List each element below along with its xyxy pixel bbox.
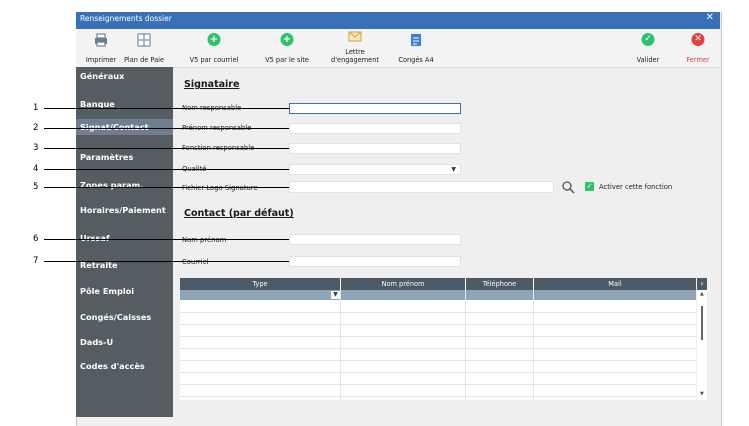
activate-checkbox[interactable]: ✓ xyxy=(585,182,594,191)
v5-mail-label: V5 par courriel xyxy=(189,55,239,64)
print-label: Imprimer xyxy=(85,55,117,64)
sidebar-item-horaires[interactable]: Horaires/Paiement xyxy=(76,205,173,215)
close-icon: ✕ xyxy=(691,33,705,46)
signataire-heading: Signataire xyxy=(184,79,240,90)
nom-responsable-field[interactable] xyxy=(289,103,461,114)
chevron-down-icon[interactable]: ▼ xyxy=(331,291,340,299)
logo-signature-field[interactable] xyxy=(289,181,554,193)
validate-label: Valider xyxy=(636,55,660,64)
letter-label: Lettre d'engagement xyxy=(331,48,379,64)
scroll-down-icon[interactable]: ▼ xyxy=(700,391,704,397)
plan-label: Plan de Paie xyxy=(123,55,165,64)
callout-line xyxy=(44,187,289,188)
add-icon: + xyxy=(280,33,294,46)
selected-row[interactable] xyxy=(180,290,696,300)
check-icon: ✓ xyxy=(641,33,655,46)
callout-number: 7 xyxy=(33,256,39,266)
courriel-label: Courriel xyxy=(182,258,209,266)
sidebar-item-parametres[interactable]: Paramètres xyxy=(76,152,173,162)
callout-number: 6 xyxy=(33,234,39,244)
column-header-mail[interactable]: Mail xyxy=(534,278,696,290)
sidebar-item-dads[interactable]: Dads-U xyxy=(76,337,173,347)
column-header-type[interactable]: Type xyxy=(180,278,340,290)
v5-mail-button[interactable]: + V5 par courriel xyxy=(184,29,244,67)
contacts-grid[interactable]: Type Nom prénom Téléphone Mail ▼ xyxy=(180,278,696,400)
validate-button[interactable]: ✓ Valider xyxy=(632,29,664,67)
prenom-responsable-field[interactable] xyxy=(289,123,461,134)
sidebar-item-urssaf[interactable]: Urssaf xyxy=(76,233,173,243)
table-row xyxy=(180,312,696,313)
print-button[interactable]: Imprimer xyxy=(80,29,122,67)
callout-line xyxy=(44,239,289,240)
sidebar-item-pole-emploi[interactable]: Pôle Emploi xyxy=(76,286,173,296)
window-close-icon[interactable]: ✕ xyxy=(706,12,714,23)
callout-number: 3 xyxy=(33,143,39,153)
document-icon xyxy=(410,33,422,49)
window-title: Renseignements dossier xyxy=(80,14,172,23)
nom-prenom-field[interactable] xyxy=(289,234,461,245)
sidebar-item-codes[interactable]: Codes d'accès xyxy=(76,361,173,371)
close-label: Fermer xyxy=(686,55,710,64)
callout-number: 2 xyxy=(33,123,39,133)
chevron-down-icon: ▼ xyxy=(451,166,456,173)
chevron-right-icon[interactable]: › xyxy=(697,278,707,290)
callout-number: 1 xyxy=(33,103,39,113)
callout-line xyxy=(44,169,289,170)
sidebar-item-conges[interactable]: Congés/Caisses xyxy=(76,312,173,322)
column-header-nom-prenom[interactable]: Nom prénom xyxy=(341,278,465,290)
column-header-telephone[interactable]: Téléphone xyxy=(466,278,533,290)
callout-line xyxy=(44,108,289,109)
plan-button[interactable]: Plan de Paie xyxy=(122,29,166,67)
table-row xyxy=(180,324,696,325)
callout-line xyxy=(44,148,289,149)
callout-line xyxy=(44,261,289,262)
table-row xyxy=(180,336,696,337)
close-button[interactable]: ✕ Fermer xyxy=(682,29,714,67)
conges-button[interactable]: Congés A4 xyxy=(396,29,436,67)
v5-site-button[interactable]: + V5 par le site xyxy=(260,29,314,67)
envelope-icon xyxy=(348,30,362,44)
add-icon: + xyxy=(207,33,221,46)
conges-label: Congés A4 xyxy=(398,55,434,64)
sidebar-item-generaux[interactable]: Généraux xyxy=(76,71,173,81)
qualite-select[interactable]: ▼ xyxy=(289,164,461,175)
scroll-up-icon[interactable]: ▲ xyxy=(700,291,704,297)
fonction-responsable-field[interactable] xyxy=(289,143,461,154)
callout-number: 5 xyxy=(33,182,39,192)
plan-icon xyxy=(137,33,151,49)
toolbar: Imprimer Plan de Paie + V5 par courriel … xyxy=(76,29,720,68)
nom-prenom-label: Nom prénom xyxy=(182,236,227,244)
table-row xyxy=(180,384,696,385)
title-bar: Renseignements dossier ✕ xyxy=(76,12,720,29)
v5-site-label: V5 par le site xyxy=(265,55,309,64)
search-icon[interactable] xyxy=(561,179,575,198)
letter-button[interactable]: Lettre d'engagement xyxy=(323,29,387,67)
printer-icon xyxy=(94,33,108,49)
scrollbar-thumb[interactable] xyxy=(701,306,703,340)
contact-heading: Contact (par défaut) xyxy=(184,208,294,219)
logo-signature-label: Fichier Logo Signature xyxy=(182,184,258,192)
table-row xyxy=(180,348,696,349)
courriel-field[interactable] xyxy=(289,256,461,267)
grid-scrollbar[interactable]: › ▲ ▼ xyxy=(697,278,707,400)
callout-line xyxy=(44,128,289,129)
activate-label: Activer cette fonction xyxy=(599,183,673,191)
table-row xyxy=(180,360,696,361)
table-row xyxy=(180,372,696,373)
callout-number: 4 xyxy=(33,164,39,174)
table-row xyxy=(180,396,696,397)
sidebar-item-signat-contact[interactable]: Signat/Contact xyxy=(76,119,173,135)
sidebar-item-zones[interactable]: Zones param. xyxy=(76,180,173,190)
sidebar: Généraux Banque Signat/Contact Paramètre… xyxy=(76,67,173,417)
